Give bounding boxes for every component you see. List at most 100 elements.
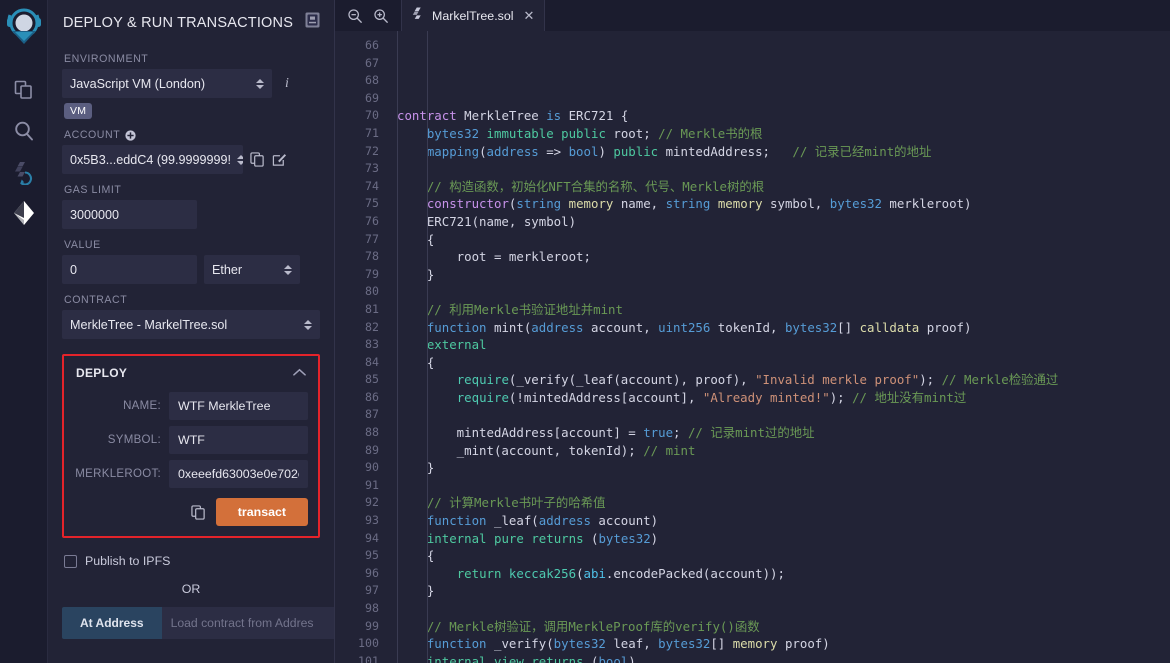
code-line[interactable]: [397, 160, 1170, 178]
code-line[interactable]: return keccak256(abi.encodePacked(accoun…: [397, 565, 1170, 583]
code-line[interactable]: [397, 406, 1170, 424]
deploy-merkleroot-input[interactable]: [169, 460, 308, 488]
code-line[interactable]: require(!mintedAddress[account], "Alread…: [397, 389, 1170, 407]
edit-icon[interactable]: [272, 152, 287, 167]
code-line[interactable]: {: [397, 231, 1170, 249]
code-line[interactable]: contract MerkleTree is ERC721 {: [397, 107, 1170, 125]
transact-button[interactable]: transact: [215, 498, 308, 526]
line-number: 70: [365, 108, 379, 123]
contract-value: MerkleTree - MarkelTree.sol: [70, 317, 228, 332]
line-number: 71: [365, 125, 379, 140]
deploy-field-row: MERKLEROOT:: [74, 460, 308, 488]
plus-circle-icon[interactable]: [125, 129, 136, 141]
account-select[interactable]: 0x5B3...eddC4 (99.9999999!: [62, 145, 243, 174]
close-icon[interactable]: ✕: [523, 8, 534, 24]
code-line[interactable]: [397, 600, 1170, 618]
publish-ipfs-row[interactable]: Publish to IPFS: [62, 554, 320, 568]
line-number: 96: [365, 565, 379, 580]
code-line[interactable]: {: [397, 354, 1170, 372]
book-icon[interactable]: [305, 12, 320, 33]
value-input[interactable]: 0: [62, 255, 197, 284]
line-number: 100: [358, 636, 379, 651]
code-line[interactable]: mapping(address => bool) public mintedAd…: [397, 143, 1170, 161]
contract-select[interactable]: MerkleTree - MarkelTree.sol: [62, 310, 320, 339]
activity-bar: [0, 0, 48, 663]
gas-limit-input[interactable]: 3000000: [62, 200, 197, 229]
line-number: 91: [365, 477, 379, 492]
copy-icon[interactable]: [250, 152, 265, 167]
sidebar-item-solidity-compiler[interactable]: [0, 151, 48, 192]
editor-area: MarkelTree.sol ✕ 66 67 68 69 70 71 72 73 74 75 76 7…: [335, 0, 1170, 663]
copy-icon[interactable]: [191, 504, 206, 520]
deploy-symbol-input[interactable]: [169, 426, 308, 454]
value-amount: 0: [70, 262, 78, 277]
deploy-title: DEPLOY: [76, 366, 128, 380]
line-number-gutter: 66 67 68 69 70 71 72 73 74 75 76 77 78 79 80 81 82 83 84 85…: [335, 31, 387, 663]
remix-logo[interactable]: [5, 6, 43, 53]
editor-tabbar: MarkelTree.sol ✕: [335, 0, 1170, 31]
line-number: 90: [365, 460, 379, 475]
line-number: 98: [365, 601, 379, 615]
line-number: 84: [365, 354, 379, 369]
at-address-row: At Address: [62, 607, 334, 639]
code-line[interactable]: internal view returns (bool): [397, 653, 1170, 663]
line-number: 97: [365, 583, 379, 598]
code-line[interactable]: {: [397, 547, 1170, 565]
code-line[interactable]: // 构造函数，初始化NFT合集的名称、代号、Merkle树的根: [397, 178, 1170, 196]
chevron-updown-icon: [256, 78, 264, 89]
code-line[interactable]: function _leaf(address account): [397, 512, 1170, 530]
chevron-up-icon[interactable]: [293, 366, 306, 380]
code-line[interactable]: }: [397, 459, 1170, 477]
code-line[interactable]: }: [397, 582, 1170, 600]
code-line[interactable]: // Merkle树验证，调用MerkleProof库的verify()函数: [397, 618, 1170, 636]
solidity-compiler-icon: [14, 161, 32, 185]
publish-ipfs-checkbox[interactable]: [64, 554, 77, 568]
value-unit: Ether: [212, 262, 243, 277]
code-line[interactable]: [397, 283, 1170, 301]
code-line[interactable]: bytes32 immutable public root; // Merkle…: [397, 125, 1170, 143]
code-line[interactable]: // 利用Merkle书验证地址并mint: [397, 301, 1170, 319]
sidebar-item-deploy-run[interactable]: [0, 192, 48, 233]
sidebar-item-search[interactable]: [0, 110, 48, 151]
zoom-in-icon[interactable]: [373, 8, 389, 24]
line-number: 67: [365, 55, 379, 70]
line-number: 72: [365, 143, 379, 158]
value-label: VALUE: [64, 239, 101, 251]
code-line[interactable]: }: [397, 266, 1170, 284]
sidebar-item-file-explorer[interactable]: [0, 69, 48, 110]
code-line[interactable]: function _verify(bytes32 leaf, bytes32[]…: [397, 635, 1170, 653]
code-line[interactable]: // 计算Merkle书叶子的哈希值: [397, 494, 1170, 512]
code-line[interactable]: internal pure returns (bytes32): [397, 530, 1170, 548]
code-line[interactable]: _mint(account, tokenId); // mint: [397, 442, 1170, 460]
environment-select[interactable]: JavaScript VM (London): [62, 69, 272, 98]
code-line[interactable]: function mint(address account, uint256 t…: [397, 319, 1170, 337]
zoom-out-icon[interactable]: [347, 8, 363, 24]
code-editor[interactable]: 66 67 68 69 70 71 72 73 74 75 76 77 78 79 80 81 82 83 84 85…: [335, 31, 1170, 663]
code-line[interactable]: constructor(string memory name, string m…: [397, 195, 1170, 213]
line-number: 80: [365, 284, 379, 299]
code-line[interactable]: [397, 477, 1170, 495]
code-line[interactable]: ERC721(name, symbol): [397, 213, 1170, 231]
line-number: 68: [365, 73, 379, 88]
code-line[interactable]: require(_verify(_leaf(account), proof), …: [397, 371, 1170, 389]
code-content[interactable]: contract MerkleTree is ERC721 { bytes32 …: [387, 31, 1170, 663]
line-number: 66: [365, 38, 379, 52]
at-address-button[interactable]: At Address: [62, 607, 162, 639]
line-number: 82: [365, 319, 379, 334]
search-icon: [14, 121, 33, 140]
code-line[interactable]: root = merkleroot;: [397, 248, 1170, 266]
line-number: 93: [365, 513, 379, 528]
gas-limit-label: GAS LIMIT: [64, 184, 122, 196]
line-number: 77: [365, 231, 379, 246]
environment-label: ENVIRONMENT: [64, 53, 149, 65]
value-unit-select[interactable]: Ether: [204, 255, 300, 284]
deploy-name-label: NAME:: [123, 400, 161, 412]
editor-tab-markeltree[interactable]: MarkelTree.sol ✕: [401, 0, 546, 31]
line-number: 95: [365, 548, 379, 563]
info-icon[interactable]: i: [279, 76, 295, 92]
code-line[interactable]: external: [397, 336, 1170, 354]
at-address-input[interactable]: [161, 607, 334, 639]
deploy-header[interactable]: DEPLOY: [74, 364, 308, 386]
code-line[interactable]: mintedAddress[account] = true; // 记录mint…: [397, 424, 1170, 442]
deploy-name-input[interactable]: [169, 392, 308, 420]
